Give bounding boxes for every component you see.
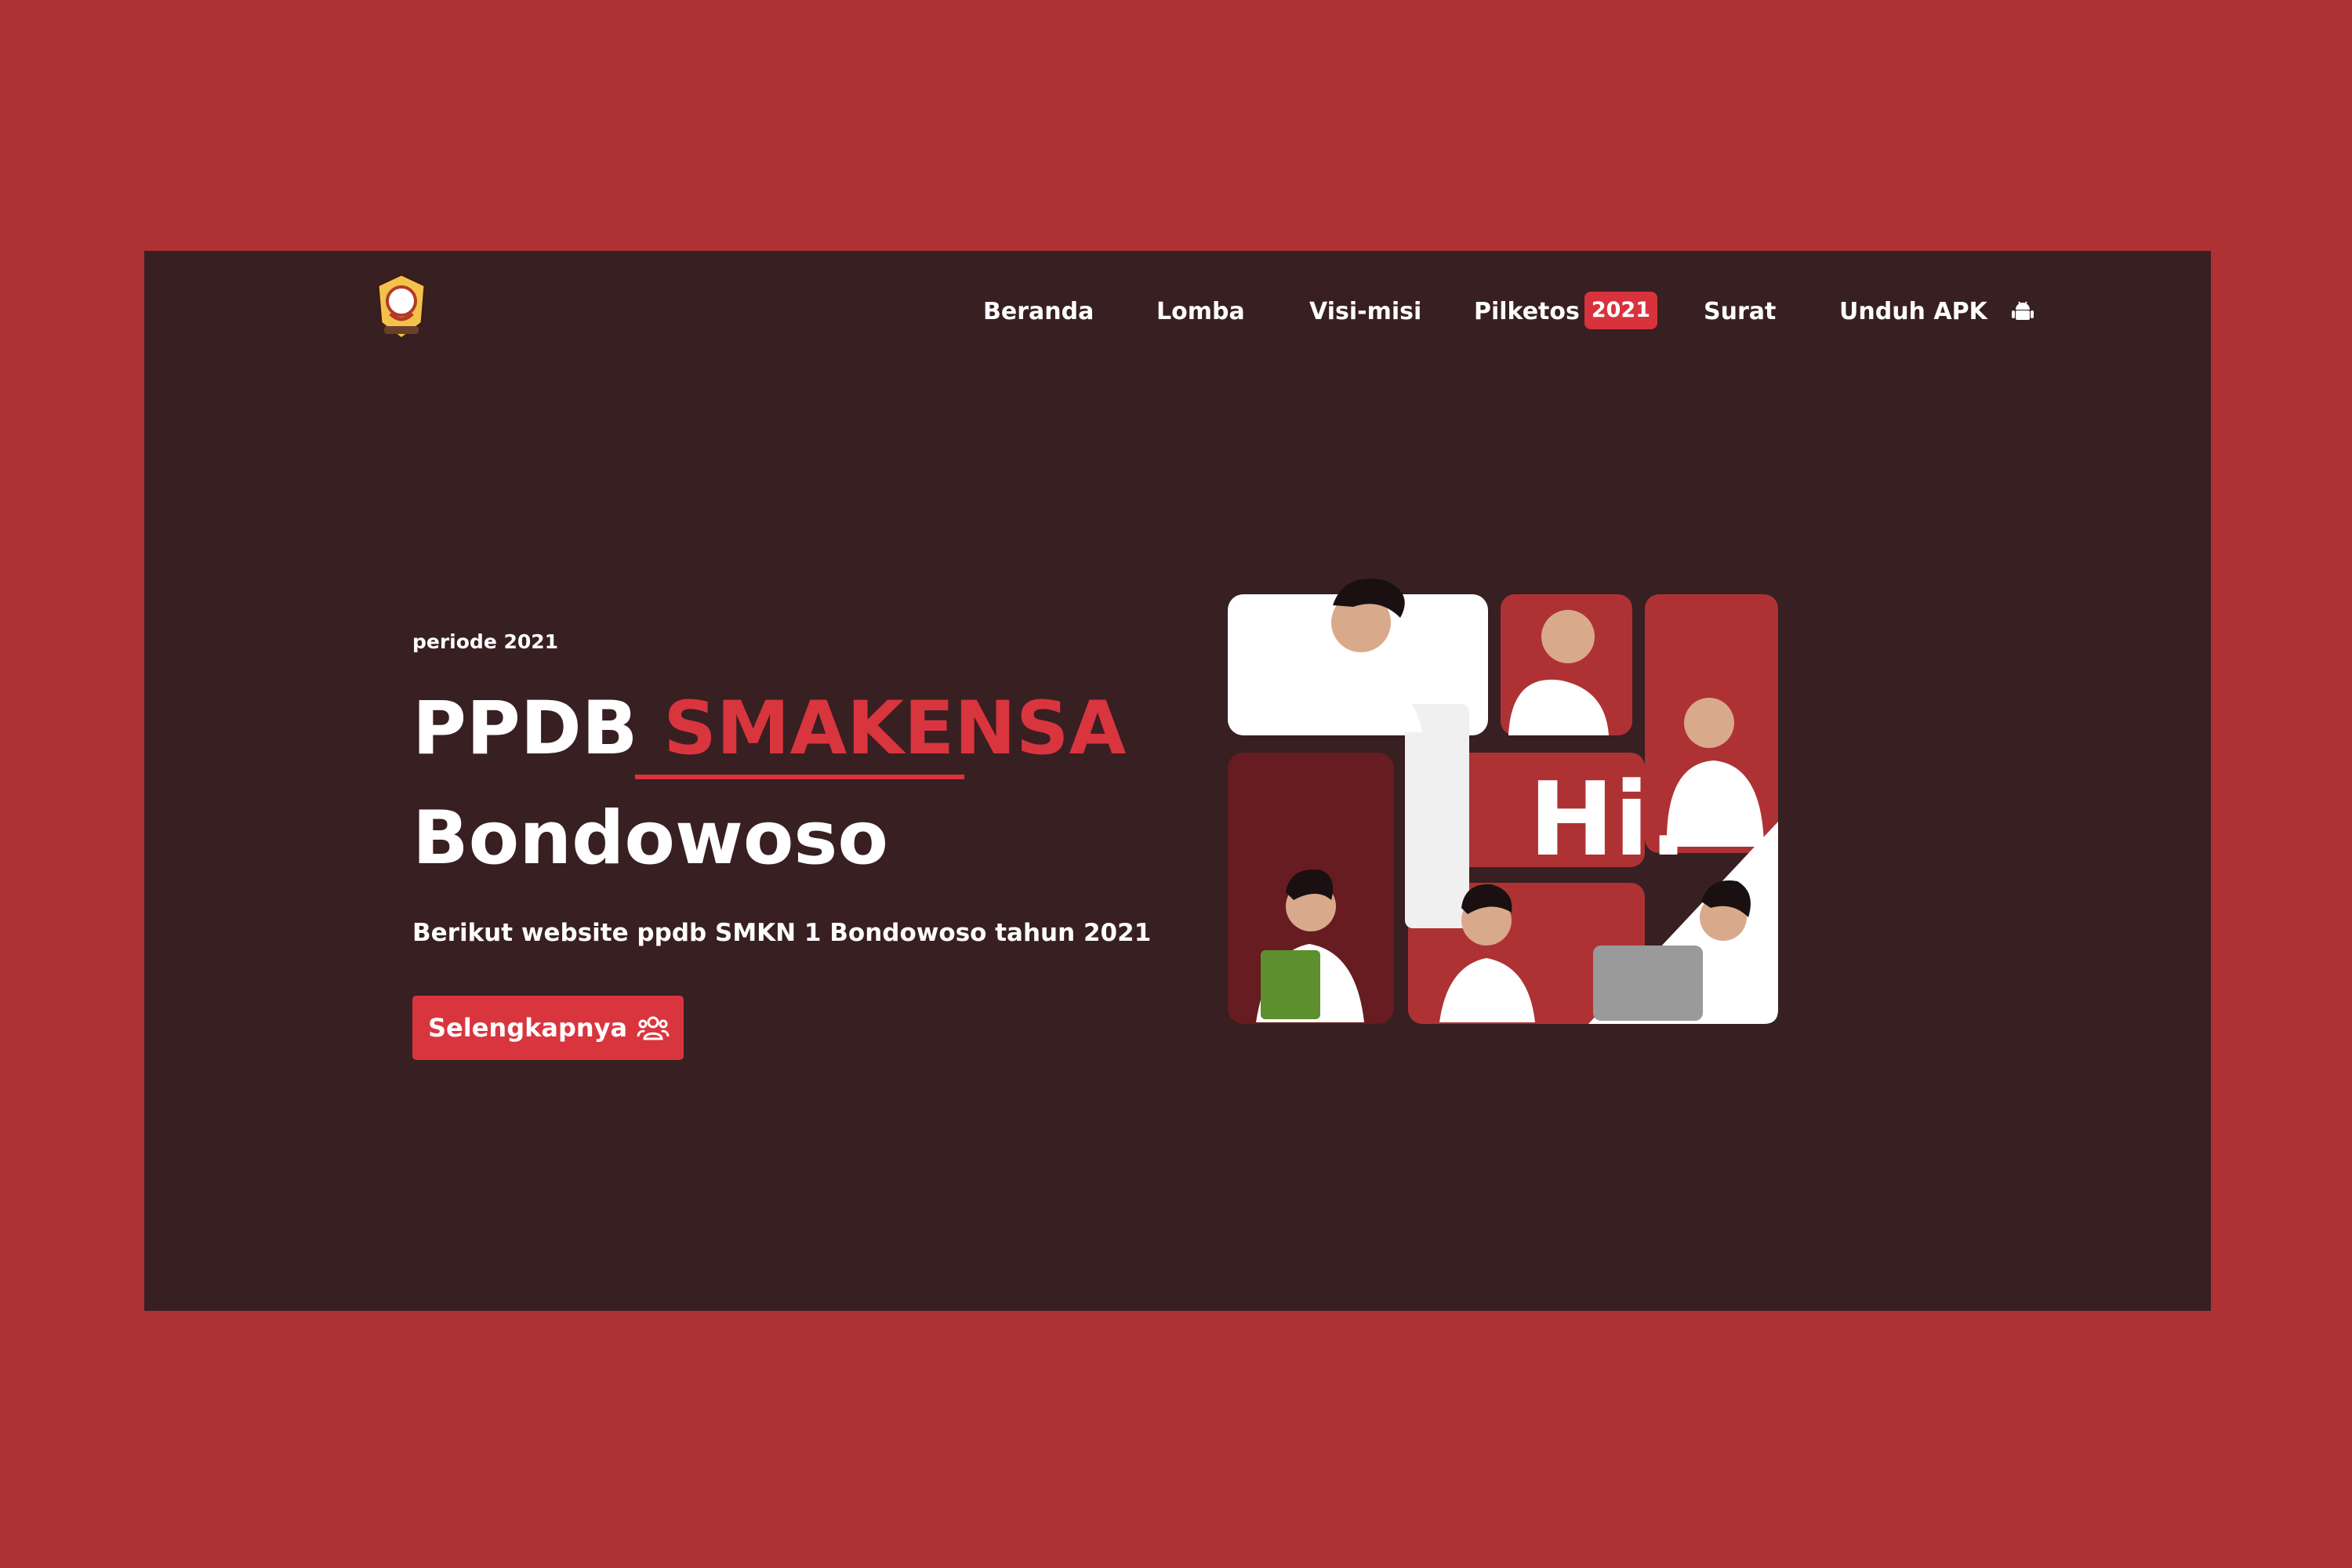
browser-page: Beranda Lomba Visi-misi Pilketos 2021 Sur… [144, 251, 2211, 1311]
students-illustration: Hi. [1228, 579, 1778, 1024]
selengkapnya-button[interactable]: Selengkapnya [412, 996, 684, 1060]
nav-lomba[interactable]: Lomba [1156, 289, 1245, 336]
pilketos-year-badge: 2021 [1584, 291, 1658, 329]
nav-unduh-apk-label: Unduh APK [1839, 298, 1987, 325]
nav-visi-misi[interactable]: Visi-misi [1309, 289, 1421, 336]
title-accent-underline [635, 775, 964, 779]
page-title: PPDB SMAKENSA Bondowoso [412, 674, 1126, 894]
android-icon [2012, 300, 2034, 320]
top-navigation: Beranda Lomba Visi-misi Pilketos 2021 Sur… [144, 289, 2211, 336]
nav-unduh-apk[interactable]: Unduh APK [1839, 289, 2034, 336]
title-suffix: Bondowoso [412, 796, 888, 881]
selengkapnya-label: Selengkapnya [428, 1013, 628, 1043]
nav-beranda[interactable]: Beranda [983, 289, 1094, 336]
nav-surat[interactable]: Surat [1704, 289, 1776, 336]
users-icon [637, 1016, 670, 1040]
nav-pilketos[interactable]: Pilketos 2021 [1474, 289, 1658, 336]
hi-illustration-text: Hi. [1529, 760, 1688, 879]
title-prefix: PPDB [412, 686, 638, 771]
period-label: periode 2021 [412, 630, 559, 653]
nav-pilketos-label: Pilketos [1474, 298, 1580, 325]
title-accent: SMAKENSA [663, 686, 1127, 771]
hero-subtitle: Berikut website ppdb SMKN 1 Bondowoso ta… [412, 919, 1152, 947]
